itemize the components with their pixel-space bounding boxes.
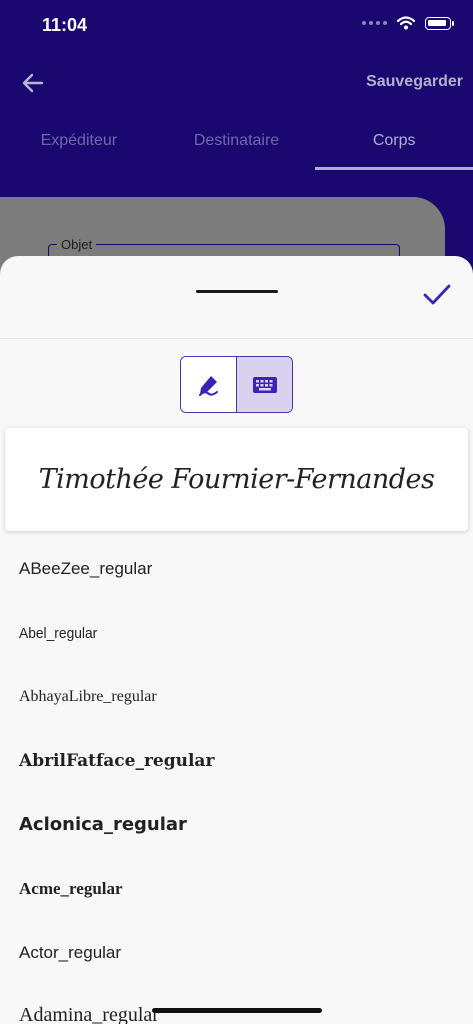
status-time: 11:04 (42, 15, 88, 35)
save-button[interactable]: Sauvegarder (366, 73, 463, 91)
app-header: 11:04 Sauvegarder Expéditeur Destinatair… (0, 0, 473, 197)
signature-preview: Timothée Fournier-Fernandes (5, 428, 468, 531)
font-option-adamina[interactable]: Adamina_regular (19, 1004, 159, 1024)
tab-sender[interactable]: Expéditeur (0, 120, 158, 170)
status-icons (362, 16, 454, 30)
signature-mode-toggle (180, 356, 293, 413)
battery-icon (425, 16, 454, 30)
font-option-abrilfatface[interactable]: AbrilFatface_regular (19, 751, 214, 771)
subject-label: Objet (57, 237, 97, 252)
tab-body[interactable]: Corps (315, 120, 473, 170)
home-indicator (152, 1008, 322, 1013)
tab-bar: Expéditeur Destinataire Corps (0, 120, 473, 170)
font-option-abhayalibre[interactable]: AbhayaLibre_regular (19, 688, 157, 706)
signal-icon (362, 21, 387, 25)
font-option-abel[interactable]: Abel_regular (19, 625, 97, 642)
font-option-acme[interactable]: Acme_regular (19, 879, 123, 899)
signature-bottom-sheet: Timothée Fournier-Fernandes ABeeZee_regu… (0, 256, 473, 1024)
keyboard-icon (252, 376, 277, 393)
sheet-drag-handle[interactable] (196, 290, 278, 293)
keyboard-mode-button[interactable] (236, 357, 292, 412)
font-option-actor[interactable]: Actor_regular (19, 943, 121, 963)
signature-pen-icon (198, 375, 218, 396)
confirm-check-icon[interactable] (422, 282, 452, 308)
signature-preview-text: Timothée Fournier-Fernandes (38, 464, 435, 495)
font-option-abeezee[interactable]: ABeeZee_regular (19, 559, 152, 579)
back-arrow-icon[interactable] (20, 70, 46, 96)
draw-mode-button[interactable] (181, 357, 236, 412)
wifi-icon (397, 16, 415, 30)
sheet-divider (0, 338, 473, 339)
tab-recipient[interactable]: Destinataire (158, 120, 316, 170)
font-option-aclonica[interactable]: Aclonica_regular (19, 814, 187, 835)
